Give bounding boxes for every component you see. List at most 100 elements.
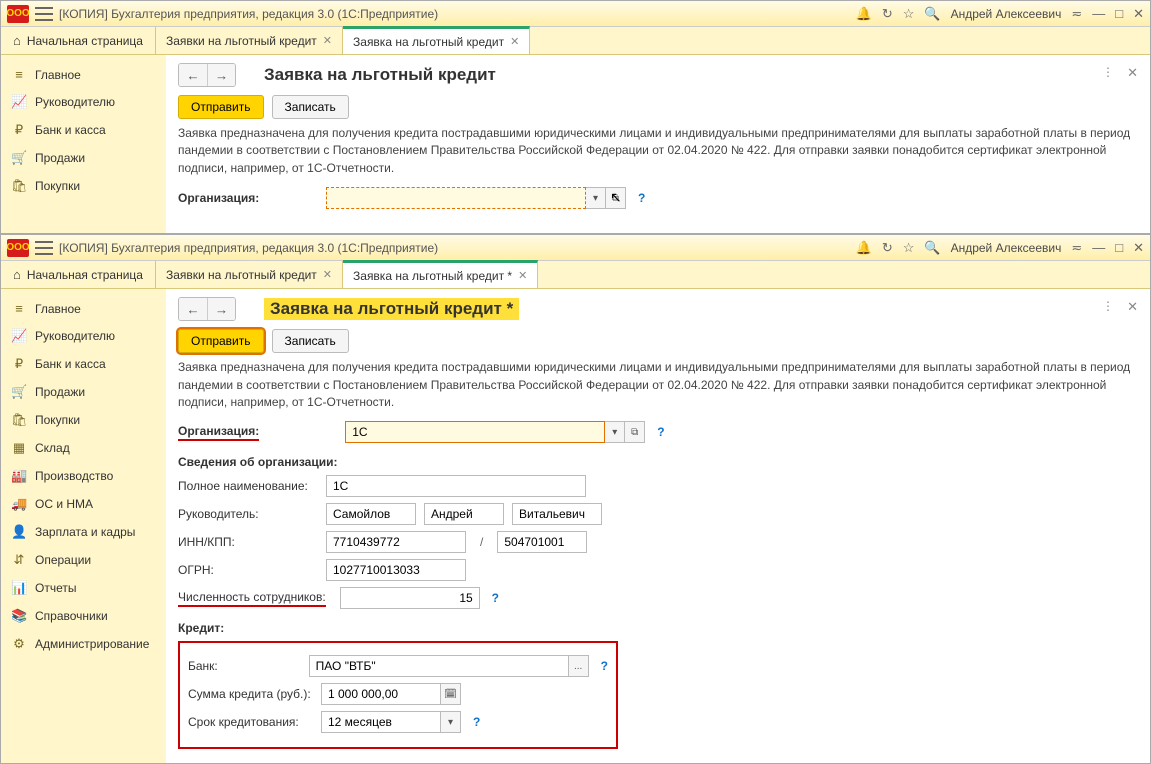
- sidebar-item-main[interactable]: ≡Главное: [1, 295, 166, 322]
- tab-home[interactable]: ⌂ Начальная страница: [1, 27, 156, 54]
- term-input[interactable]: [321, 711, 441, 733]
- sidebar-item-operations[interactable]: ⇵Операции: [1, 546, 166, 574]
- save-button[interactable]: Записать: [272, 329, 349, 353]
- sidebar-item-sales[interactable]: 🛒Продажи: [1, 378, 166, 406]
- forward-button[interactable]: →: [207, 298, 235, 320]
- back-button[interactable]: ←: [179, 64, 207, 86]
- org-input-group: ▾ ⧉: [326, 187, 626, 209]
- search-icon[interactable]: 🔍: [924, 6, 940, 22]
- fullname-input[interactable]: [326, 475, 586, 497]
- help-icon[interactable]: ?: [492, 591, 499, 605]
- head-firstname-input[interactable]: [424, 503, 504, 525]
- back-button[interactable]: ←: [179, 298, 207, 320]
- sidebar-item-manager[interactable]: 📈Руководителю: [1, 88, 166, 116]
- kpp-input[interactable]: [497, 531, 587, 553]
- org-open-button[interactable]: ⧉: [606, 187, 626, 209]
- description: Заявка предназначена для получения креди…: [178, 125, 1138, 177]
- section-credit: Кредит:: [178, 621, 1138, 635]
- send-button[interactable]: Отправить: [178, 95, 264, 119]
- username[interactable]: Андрей Алексеевич: [951, 241, 1062, 255]
- amount-label: Сумма кредита (руб.):: [188, 687, 313, 701]
- close-icon[interactable]: ✕: [1133, 240, 1144, 256]
- panel-icon[interactable]: ≂: [1071, 6, 1082, 22]
- tab-home[interactable]: ⌂ Начальная страница: [1, 261, 156, 288]
- tab-requests[interactable]: Заявки на льготный кредит ✕: [156, 27, 343, 54]
- amount-calc-button[interactable]: 🗓: [441, 683, 461, 705]
- maximize-icon[interactable]: □: [1115, 6, 1123, 21]
- sidebar-item-label: Администрирование: [35, 637, 149, 651]
- sidebar-item-manager[interactable]: 📈Руководителю: [1, 322, 166, 350]
- term-input-group: ▾: [321, 711, 461, 733]
- tab-close-icon[interactable]: ✕: [510, 35, 519, 48]
- history-icon[interactable]: ↻: [882, 240, 893, 256]
- ogrn-input[interactable]: [326, 559, 466, 581]
- star-icon[interactable]: ☆: [903, 240, 915, 256]
- help-icon[interactable]: ?: [473, 715, 480, 729]
- sidebar-item-label: Банк и касса: [35, 357, 106, 371]
- staff-input[interactable]: [340, 587, 480, 609]
- window-title: [КОПИЯ] Бухгалтерия предприятия, редакци…: [59, 241, 850, 255]
- save-button[interactable]: Записать: [272, 95, 349, 119]
- bell-icon[interactable]: 🔔: [856, 6, 872, 22]
- main-menu-icon[interactable]: [35, 7, 53, 21]
- search-icon[interactable]: 🔍: [924, 240, 940, 256]
- bank-select-button[interactable]: ...: [569, 655, 589, 677]
- window-title: [КОПИЯ] Бухгалтерия предприятия, редакци…: [59, 7, 850, 21]
- more-icon[interactable]: ⋮: [1102, 299, 1114, 313]
- sidebar-item-purchases[interactable]: 🛍Покупки: [1, 172, 166, 200]
- help-icon[interactable]: ?: [638, 191, 645, 205]
- close-form-icon[interactable]: ✕: [1127, 299, 1138, 315]
- bank-input[interactable]: [309, 655, 569, 677]
- head-lastname-input[interactable]: [326, 503, 416, 525]
- sidebar-item-purchases[interactable]: 🛍Покупки: [1, 406, 166, 434]
- send-button[interactable]: Отправить: [178, 329, 264, 353]
- minimize-icon[interactable]: —: [1092, 240, 1105, 255]
- head-middlename-input[interactable]: [512, 503, 602, 525]
- sidebar-item-label: Руководителю: [35, 95, 115, 109]
- sidebar-item-assets[interactable]: 🚚ОС и НМА: [1, 490, 166, 518]
- username[interactable]: Андрей Алексеевич: [951, 7, 1062, 21]
- tab-close-icon[interactable]: ✕: [323, 268, 332, 281]
- forward-button[interactable]: →: [207, 64, 235, 86]
- more-icon[interactable]: ⋮: [1102, 65, 1114, 79]
- org-dropdown-button[interactable]: ▾: [586, 187, 606, 209]
- sidebar-item-warehouse[interactable]: ▦Склад: [1, 434, 166, 462]
- org-input[interactable]: [345, 421, 605, 443]
- main-menu-icon[interactable]: [35, 241, 53, 255]
- help-icon[interactable]: ?: [601, 659, 608, 673]
- sidebar-item-reports[interactable]: 📊Отчеты: [1, 574, 166, 602]
- tab-label: Заявки на льготный кредит: [166, 34, 317, 48]
- sidebar-item-directories[interactable]: 📚Справочники: [1, 602, 166, 630]
- sidebar-item-bank[interactable]: ₽Банк и касса: [1, 116, 166, 144]
- close-icon[interactable]: ✕: [1133, 6, 1144, 22]
- sidebar-item-admin[interactable]: ⚙Администрирование: [1, 630, 166, 658]
- bell-icon[interactable]: 🔔: [856, 240, 872, 256]
- tab-close-icon[interactable]: ✕: [323, 34, 332, 47]
- term-dropdown-button[interactable]: ▾: [441, 711, 461, 733]
- org-input-group: ▾ ⧉: [345, 421, 645, 443]
- sidebar-item-sales[interactable]: 🛒Продажи: [1, 144, 166, 172]
- close-form-icon[interactable]: ✕: [1127, 65, 1138, 81]
- org-input[interactable]: [326, 187, 586, 209]
- amount-input[interactable]: [321, 683, 441, 705]
- history-icon[interactable]: ↻: [882, 6, 893, 22]
- sidebar-item-bank[interactable]: ₽Банк и касса: [1, 350, 166, 378]
- sidebar-item-label: ОС и НМА: [35, 497, 93, 511]
- org-dropdown-button[interactable]: ▾: [605, 421, 625, 443]
- maximize-icon[interactable]: □: [1115, 240, 1123, 255]
- sidebar-item-production[interactable]: 🏭Производство: [1, 462, 166, 490]
- tabbar: ⌂ Начальная страница Заявки на льготный …: [1, 261, 1150, 289]
- tab-close-icon[interactable]: ✕: [518, 269, 527, 282]
- tab-requests[interactable]: Заявки на льготный кредит ✕: [156, 261, 343, 288]
- star-icon[interactable]: ☆: [903, 6, 915, 22]
- sidebar-item-payroll[interactable]: 👤Зарплата и кадры: [1, 518, 166, 546]
- help-icon[interactable]: ?: [657, 425, 664, 439]
- minimize-icon[interactable]: —: [1092, 6, 1105, 21]
- sidebar-item-main[interactable]: ≡Главное: [1, 61, 166, 88]
- org-open-button[interactable]: ⧉: [625, 421, 645, 443]
- inn-input[interactable]: [326, 531, 466, 553]
- panel-icon[interactable]: ≂: [1071, 240, 1082, 256]
- bank-input-group: ...: [309, 655, 589, 677]
- tab-request-active[interactable]: Заявка на льготный кредит ✕: [343, 26, 530, 54]
- tab-request-active[interactable]: Заявка на льготный кредит * ✕: [343, 260, 538, 288]
